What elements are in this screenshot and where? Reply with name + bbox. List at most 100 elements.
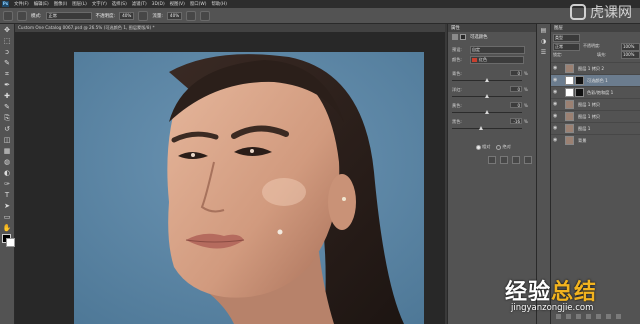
radio-relative-icon[interactable] <box>476 144 481 150</box>
mask-icon[interactable] <box>460 34 466 40</box>
menu-type[interactable]: 文字(Y) <box>92 1 107 7</box>
adjustment-layer-icon[interactable] <box>565 76 574 85</box>
layer-thumbnail[interactable] <box>565 136 574 145</box>
background-color-swatch[interactable] <box>6 238 15 247</box>
menu-image[interactable]: 图像(I) <box>54 1 68 7</box>
black-slider[interactable] <box>452 126 522 130</box>
move-icon[interactable]: ✥ <box>3 26 12 35</box>
airbrush-button[interactable] <box>186 10 197 21</box>
huke-logo-icon <box>570 4 586 20</box>
eye-icon[interactable]: ◉ <box>553 114 558 119</box>
layer-thumbnail[interactable] <box>565 124 574 133</box>
shape-icon[interactable]: ▭ <box>3 213 12 222</box>
yellow-slider[interactable] <box>452 110 522 114</box>
marquee-icon[interactable]: ⬚ <box>3 37 12 46</box>
history-panel-icon[interactable]: ▤ <box>539 26 548 35</box>
hand-icon[interactable]: ✋ <box>3 224 12 233</box>
eye-icon[interactable]: ◉ <box>553 90 558 95</box>
type-icon[interactable]: T <box>3 191 12 200</box>
layer-name: 图层 1 <box>578 126 591 131</box>
eye-icon[interactable]: ◉ <box>553 138 558 143</box>
layer-thumbnail[interactable] <box>565 100 574 109</box>
black-slider-knob[interactable] <box>479 126 484 130</box>
dodge-icon[interactable]: ◐ <box>3 169 12 178</box>
fill-label: 填充: <box>597 52 607 57</box>
menu-window[interactable]: 窗口(W) <box>190 1 207 7</box>
layer-row[interactable]: ◉ 色彩/饱和度 1 <box>551 86 640 98</box>
yellow-slider-knob[interactable] <box>485 110 489 114</box>
pen-icon[interactable]: ✑ <box>3 180 12 189</box>
magenta-slider[interactable] <box>452 94 522 98</box>
eye-icon[interactable]: ◉ <box>553 78 558 83</box>
yellow-value[interactable]: 0 <box>510 102 522 108</box>
quick-select-icon[interactable]: ✎ <box>3 59 12 68</box>
menu-layer[interactable]: 图层(L) <box>72 1 87 7</box>
view-previous-button[interactable] <box>500 156 508 164</box>
eye-icon[interactable]: ◉ <box>553 126 558 131</box>
colors-select[interactable]: 红色 <box>470 56 524 64</box>
menu-3d[interactable]: 3D(D) <box>152 2 165 7</box>
adjustment-layer-icon[interactable] <box>565 88 574 97</box>
method-relative[interactable]: 相对 <box>476 144 490 150</box>
layer-mask-thumbnail[interactable] <box>575 88 584 97</box>
healing-icon[interactable]: ✚ <box>3 92 12 101</box>
layer-row[interactable]: ◉ 图层 1 拷贝 <box>551 98 640 110</box>
layer-row[interactable]: ◉ 背景 <box>551 134 640 146</box>
menu-help[interactable]: 帮助(H) <box>211 1 227 7</box>
opacity-label: 不透明度: <box>95 13 116 19</box>
flow-field[interactable]: 40% <box>166 11 183 20</box>
brush-preset-button[interactable] <box>17 10 27 21</box>
pressure-size-button[interactable] <box>200 10 211 21</box>
gradient-icon[interactable]: ▦ <box>3 147 12 156</box>
reset-button[interactable] <box>512 156 520 164</box>
pressure-opacity-button[interactable] <box>138 10 149 21</box>
menu-view[interactable]: 视图(V) <box>170 1 185 7</box>
mode-label: 模式: <box>31 13 42 19</box>
history-brush-icon[interactable]: ↺ <box>3 125 12 134</box>
tool-preset-button[interactable] <box>3 10 13 21</box>
properties-tab[interactable]: 属性 <box>451 25 460 31</box>
opacity-field[interactable]: 40% <box>119 11 135 20</box>
menu-edit[interactable]: 编辑(E) <box>34 1 49 7</box>
eraser-icon[interactable]: ◫ <box>3 136 12 145</box>
menu-file[interactable]: 文件(F) <box>14 1 29 7</box>
eye-icon[interactable]: ◉ <box>553 66 558 71</box>
layer-row[interactable]: ◉ 图层 1 拷贝 <box>551 110 640 122</box>
layer-mask-thumbnail[interactable] <box>575 76 584 85</box>
cyan-slider-knob[interactable] <box>485 78 489 82</box>
adjustments-panel-icon[interactable]: ◑ <box>539 37 548 46</box>
black-value[interactable]: -16 <box>510 118 522 124</box>
layer-thumbnail[interactable] <box>565 64 574 73</box>
magenta-slider-knob[interactable] <box>485 94 489 98</box>
properties-panel-icon[interactable]: ☰ <box>539 48 548 57</box>
menu-filter[interactable]: 滤镜(T) <box>132 1 147 7</box>
cyan-slider[interactable] <box>452 78 522 82</box>
path-select-icon[interactable]: ➤ <box>3 202 12 211</box>
blur-icon[interactable]: ◍ <box>3 158 12 167</box>
method-absolute[interactable]: 绝对 <box>496 144 511 150</box>
radio-absolute-icon[interactable] <box>496 144 502 150</box>
magenta-value[interactable]: 0 <box>510 86 522 92</box>
portrait-photo[interactable] <box>74 52 424 324</box>
lasso-icon[interactable]: ↄ <box>3 48 12 57</box>
kind-filter[interactable]: 类型 <box>553 34 580 42</box>
layers-opacity-field[interactable]: 100% <box>621 43 640 51</box>
menu-select[interactable]: 选择(S) <box>112 1 127 7</box>
layers-tab[interactable]: 图层 <box>554 25 563 31</box>
layer-row[interactable]: ◉ 图层 1 拷贝 2 <box>551 62 640 74</box>
layer-row[interactable]: ◉ 图层 1 <box>551 122 640 134</box>
blend-mode-select[interactable]: 正常 <box>553 43 580 51</box>
cyan-value[interactable]: 0 <box>510 70 522 76</box>
fill-field[interactable]: 100% <box>621 51 640 59</box>
layer-row[interactable]: ◉ 可选颜色 1 <box>551 74 640 86</box>
eyedropper-icon[interactable]: ✒ <box>3 81 12 90</box>
eye-icon[interactable]: ◉ <box>553 102 558 107</box>
clip-to-layer-button[interactable] <box>488 156 496 164</box>
visibility-button[interactable] <box>524 156 532 164</box>
preset-select[interactable]: 自定 <box>470 46 525 54</box>
mode-select[interactable]: 正常 <box>45 11 92 20</box>
layer-thumbnail[interactable] <box>565 112 574 121</box>
stamp-icon[interactable]: ⎘ <box>3 114 12 123</box>
brush-icon[interactable]: ✎ <box>3 103 12 112</box>
crop-icon[interactable]: ⌗ <box>3 70 12 79</box>
